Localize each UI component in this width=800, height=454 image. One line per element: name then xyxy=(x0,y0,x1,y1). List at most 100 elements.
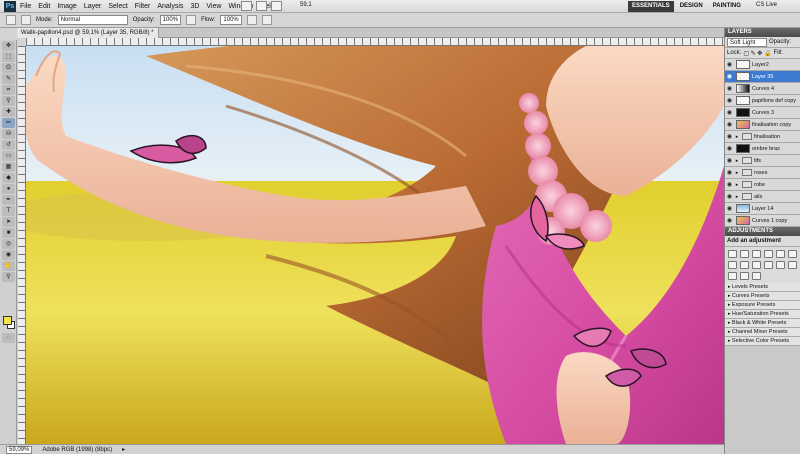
layer-row[interactable]: ◉ Layer 14 xyxy=(725,203,800,215)
document-tab[interactable]: Wallk-papillon4.psd @ 59,1% (Layer 35, R… xyxy=(17,28,159,38)
workspace-painting[interactable]: PAINTING xyxy=(709,1,745,12)
flow-field[interactable]: 100% xyxy=(220,15,242,25)
layer-row[interactable]: ◉ ▸ finalisation xyxy=(725,131,800,143)
expand-arrow-icon[interactable]: ▸ xyxy=(734,182,740,188)
preset-item[interactable]: Curves Presets xyxy=(725,292,800,301)
status-arrow-icon[interactable]: ▸ xyxy=(122,446,125,453)
preset-item[interactable]: Selective Color Presets xyxy=(725,337,800,346)
tablet-opacity-icon[interactable] xyxy=(186,15,197,25)
bridge-icon[interactable] xyxy=(241,1,252,11)
foreground-color-swatch[interactable] xyxy=(3,316,12,325)
eye-icon[interactable]: ◉ xyxy=(725,121,734,128)
clone-stamp-tool-icon[interactable]: ⛁ xyxy=(2,129,15,139)
eye-icon[interactable]: ◉ xyxy=(725,181,734,188)
menu-filter[interactable]: Filter xyxy=(135,3,151,10)
eye-icon[interactable]: ◉ xyxy=(725,205,734,212)
workspace-essentials[interactable]: ESSENTIALS xyxy=(628,1,674,12)
lock-icons[interactable]: ▢ ✎ ✥ 🔒 xyxy=(743,50,771,57)
eye-icon[interactable]: ◉ xyxy=(725,169,734,176)
eye-icon[interactable]: ◉ xyxy=(725,97,734,104)
menu-edit[interactable]: Edit xyxy=(38,3,50,10)
lasso-tool-icon[interactable]: ʘ xyxy=(2,63,15,73)
gradient-tool-icon[interactable]: ▦ xyxy=(2,162,15,172)
marquee-tool-icon[interactable]: ⬚ xyxy=(2,52,15,62)
expand-arrow-icon[interactable]: ▸ xyxy=(734,194,740,200)
invert-icon[interactable] xyxy=(776,261,785,269)
quick-select-tool-icon[interactable]: ✎ xyxy=(2,74,15,84)
gradient-map-icon[interactable] xyxy=(740,272,749,280)
eye-icon[interactable]: ◉ xyxy=(725,61,734,68)
document-canvas[interactable] xyxy=(26,46,724,444)
threshold-icon[interactable] xyxy=(728,272,737,280)
adjustments-panel-header[interactable]: ADJUSTMENTS xyxy=(725,227,800,236)
eye-icon[interactable]: ◉ xyxy=(725,133,734,140)
expand-arrow-icon[interactable]: ▸ xyxy=(734,134,740,140)
black-white-icon[interactable] xyxy=(740,261,749,269)
blur-tool-icon[interactable]: ◆ xyxy=(2,173,15,183)
menu-file[interactable]: File xyxy=(20,3,31,10)
tablet-size-icon[interactable] xyxy=(261,15,272,25)
layer-row[interactable]: ◉ ▸ roses xyxy=(725,167,800,179)
photo-filter-icon[interactable] xyxy=(752,261,761,269)
eye-icon[interactable]: ◉ xyxy=(725,145,734,152)
channel-mixer-icon[interactable] xyxy=(764,261,773,269)
layer-row[interactable]: ◉ Layer 35 xyxy=(725,71,800,83)
pen-tool-icon[interactable]: ✒ xyxy=(2,195,15,205)
layer-row[interactable]: ◉ Curves 4 xyxy=(725,83,800,95)
menu-image[interactable]: Image xyxy=(57,3,76,10)
layer-row[interactable]: ◉ finalisation copy xyxy=(725,119,800,131)
minibridge-icon[interactable] xyxy=(256,1,267,11)
eye-icon[interactable]: ◉ xyxy=(725,73,734,80)
preset-item[interactable]: Hue/Saturation Presets xyxy=(725,310,800,319)
vibrance-icon[interactable] xyxy=(776,250,785,258)
layer-row[interactable]: ◉ ▸ ails xyxy=(725,191,800,203)
shape-tool-icon[interactable]: ■ xyxy=(2,228,15,238)
layer-row[interactable]: ◉ ▸ robe xyxy=(725,179,800,191)
layers-panel-header[interactable]: LAYERS xyxy=(725,28,800,37)
layer-row[interactable]: ◉ Curves 1 copy xyxy=(725,215,800,227)
zoom-level[interactable]: 59,1 xyxy=(300,2,312,8)
path-select-tool-icon[interactable]: ➤ xyxy=(2,217,15,227)
eye-icon[interactable]: ◉ xyxy=(725,157,734,164)
posterize-icon[interactable] xyxy=(788,261,797,269)
brightness-icon[interactable] xyxy=(728,250,737,258)
eraser-tool-icon[interactable]: ▭ xyxy=(2,151,15,161)
eye-icon[interactable]: ◉ xyxy=(725,109,734,116)
preset-item[interactable]: Exposure Presets xyxy=(725,301,800,310)
expand-arrow-icon[interactable]: ▸ xyxy=(734,170,740,176)
mode-select[interactable]: Normal xyxy=(57,15,128,25)
color-balance-icon[interactable] xyxy=(728,261,737,269)
brush-panel-icon[interactable] xyxy=(21,15,31,25)
expand-arrow-icon[interactable]: ▸ xyxy=(734,158,740,164)
crop-tool-icon[interactable]: ⌗ xyxy=(2,85,15,95)
eye-icon[interactable]: ◉ xyxy=(725,193,734,200)
exposure-icon[interactable] xyxy=(764,250,773,258)
curves-icon[interactable] xyxy=(752,250,761,258)
menu-3d[interactable]: 3D xyxy=(190,3,199,10)
layer-row[interactable]: ◉ papillons def copy xyxy=(725,95,800,107)
eye-icon[interactable]: ◉ xyxy=(725,85,734,92)
color-profile-info[interactable]: Adobe RGB (1998) (8bpc) xyxy=(42,447,112,453)
workspace-design[interactable]: DESIGN xyxy=(676,1,707,12)
menu-view[interactable]: View xyxy=(206,3,221,10)
menu-select[interactable]: Select xyxy=(108,3,127,10)
levels-icon[interactable] xyxy=(740,250,749,258)
blend-mode-select[interactable]: Soft Light xyxy=(727,37,767,47)
view-extras-icon[interactable] xyxy=(271,1,282,11)
layer-row[interactable]: ◉ Curves 3 xyxy=(725,107,800,119)
eye-icon[interactable]: ◉ xyxy=(725,217,734,224)
3d-rotate-tool-icon[interactable]: ◎ xyxy=(2,239,15,249)
layer-row[interactable]: ◉ ▸ tifs xyxy=(725,155,800,167)
hue-saturation-icon[interactable] xyxy=(788,250,797,258)
zoom-tool-icon[interactable]: ⚲ xyxy=(2,272,15,282)
hand-tool-icon[interactable]: ✋ xyxy=(2,261,15,271)
brush-tool-icon[interactable]: ✏ xyxy=(2,118,15,128)
selective-color-icon[interactable] xyxy=(752,272,761,280)
brush-preset-icon[interactable] xyxy=(6,15,16,25)
eyedropper-tool-icon[interactable]: ⚲ xyxy=(2,96,15,106)
menu-analysis[interactable]: Analysis xyxy=(157,3,183,10)
status-zoom-field[interactable]: 59,09% xyxy=(6,445,33,454)
preset-item[interactable]: Levels Presets xyxy=(725,283,800,292)
layer-row[interactable]: ◉ ombre bras xyxy=(725,143,800,155)
type-tool-icon[interactable]: T xyxy=(2,206,15,216)
